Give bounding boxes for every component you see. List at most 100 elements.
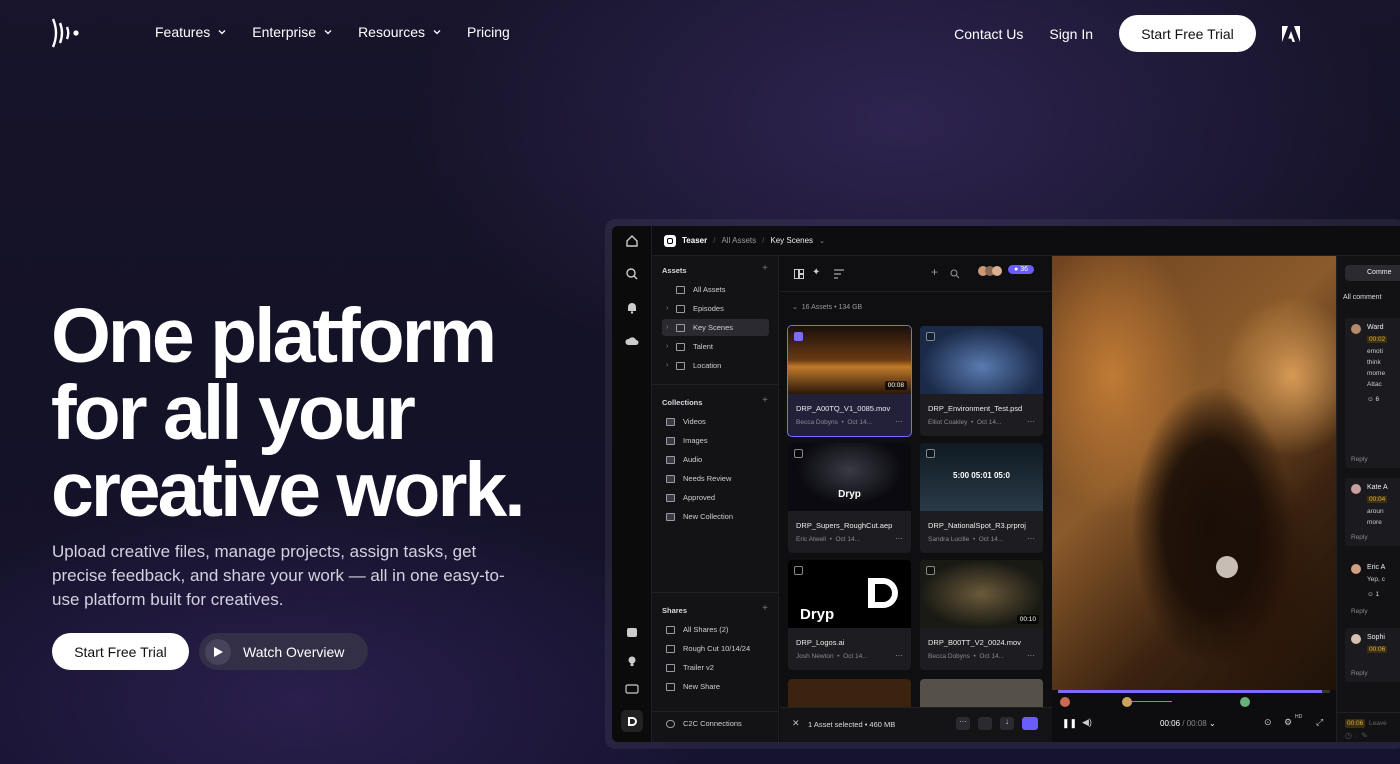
comment-timestamp[interactable]: 00:04 (1367, 496, 1388, 503)
compare-icon[interactable] (978, 717, 992, 730)
search-icon[interactable] (625, 267, 639, 281)
sidebar-share-item[interactable]: Trailer v2 (652, 659, 779, 676)
sidebar-share-item[interactable]: All Shares (2) (652, 621, 779, 638)
nav-link[interactable]: Resources (358, 24, 441, 40)
start-trial-button-nav[interactable]: Start Free Trial (1119, 15, 1256, 52)
comment-card[interactable]: Eric A Yep, c ☺ 1 Reply (1345, 558, 1400, 620)
comment-card[interactable]: Kate A 00:04 aroun more Reply (1345, 478, 1400, 546)
add-asset-icon[interactable]: + (762, 263, 768, 274)
download-icon[interactable]: ↓ (1000, 717, 1014, 730)
reply-link[interactable]: Reply (1351, 608, 1368, 615)
contact-link[interactable]: Contact Us (954, 26, 1023, 42)
comment-timestamp[interactable]: 00:06 (1367, 646, 1388, 653)
nav-link[interactable]: Features (155, 24, 226, 40)
pause-icon[interactable]: ❚❚ (1062, 718, 1077, 729)
reaction-badge[interactable]: ☺ 6 (1367, 396, 1379, 403)
settings-icon[interactable]: ⚙ (1284, 717, 1292, 728)
collapse-icon[interactable]: ⌄ (792, 304, 798, 311)
reply-link[interactable]: Reply (1351, 534, 1368, 541)
close-icon[interactable]: ✕ (792, 718, 800, 729)
sidebar-asset-item[interactable]: › Talent (652, 338, 779, 355)
asset-tile-partial[interactable] (920, 679, 1043, 707)
help-icon[interactable] (625, 626, 639, 640)
signin-link[interactable]: Sign In (1049, 26, 1093, 42)
asset-tile-partial[interactable] (788, 679, 911, 707)
upload-cloud-icon[interactable] (625, 334, 639, 348)
add-collection-icon[interactable]: + (762, 395, 768, 406)
members-count-badge[interactable]: ● 36 (1008, 265, 1034, 274)
checkbox[interactable] (926, 332, 935, 341)
nav-link[interactable]: Pricing (467, 24, 510, 40)
more-icon[interactable]: ··· (1027, 534, 1035, 543)
breadcrumb-parent[interactable]: All Assets (721, 236, 756, 245)
workspace-avatar[interactable] (621, 710, 643, 732)
sort-icon[interactable] (834, 269, 844, 279)
member-avatars[interactable] (978, 266, 1002, 276)
sidebar-collection-item[interactable]: Audio (652, 451, 779, 468)
sidebar-share-item[interactable]: Rough Cut 10/14/24 (652, 640, 779, 657)
comment-input[interactable]: 00:06 Leave ◷ ◌ ✎ (1337, 712, 1400, 742)
sidebar-collection-item[interactable]: Videos (652, 413, 779, 430)
checkbox[interactable] (794, 566, 803, 575)
sidebar-asset-item[interactable]: › Episodes (652, 300, 779, 317)
reply-link[interactable]: Reply (1351, 670, 1368, 677)
fullscreen-icon[interactable]: ⤢ (1316, 717, 1323, 728)
more-icon[interactable]: ··· (895, 651, 903, 660)
comments-filter[interactable]: All comment (1343, 294, 1382, 301)
sidebar-collection-item[interactable]: New Collection (652, 508, 779, 525)
reply-link[interactable]: Reply (1351, 456, 1368, 463)
home-icon[interactable] (625, 234, 639, 248)
layout-icon[interactable] (794, 269, 804, 279)
start-trial-button[interactable]: Start Free Trial (52, 633, 189, 670)
sidebar-collection-item[interactable]: Needs Review (652, 470, 779, 487)
video-frame[interactable] (1052, 256, 1336, 690)
lightbulb-icon[interactable] (625, 654, 639, 668)
adobe-logo[interactable] (1282, 25, 1300, 42)
frameio-logo[interactable] (51, 16, 81, 50)
sidebar-share-item[interactable]: New Share (652, 678, 779, 695)
add-share-icon[interactable]: + (762, 603, 768, 614)
comment-marker-avatar[interactable] (1240, 697, 1250, 707)
asset-tile[interactable]: Dryp DRP_Supers_RoughCut.aep Eric Atwell •… (788, 443, 911, 553)
asset-tile[interactable]: Dryp DRP_Logos.ai Josh Newton • Oct 14... ·… (788, 560, 911, 670)
comments-tab[interactable]: Comme (1345, 265, 1400, 281)
checkbox[interactable] (794, 449, 803, 458)
nav-link[interactable]: Enterprise (252, 24, 332, 40)
more-icon[interactable]: ··· (895, 417, 903, 426)
asset-tile[interactable]: DRP_Environment_Test.psd Elliot Coakley •… (920, 326, 1043, 436)
add-icon[interactable]: + (931, 265, 938, 279)
keyboard-icon[interactable] (625, 682, 639, 696)
watch-overview-button[interactable]: Watch Overview (199, 633, 368, 670)
volume-icon[interactable]: ◀) (1082, 717, 1092, 728)
more-icon[interactable]: ··· (895, 534, 903, 543)
timecode[interactable]: 00:06 / 00:08 ⌄ (1160, 719, 1216, 728)
checkbox-checked[interactable] (794, 332, 803, 341)
asset-tile[interactable]: 00:10 DRP_B00TT_V2_0024.mov Becca Dobyns •… (920, 560, 1043, 670)
comment-tools-icon[interactable]: ◷ ◌ ✎ (1345, 731, 1368, 740)
comment-timestamp[interactable]: 00:02 (1367, 336, 1388, 343)
asset-tile[interactable]: 5:00 05:01 05:0 DRP_NationalSpot_R3.prpro… (920, 443, 1043, 553)
comment-marker-avatar[interactable] (1060, 697, 1070, 707)
sidebar-collection-item[interactable]: Images (652, 432, 779, 449)
marker-icon[interactable]: ⊙ (1264, 717, 1272, 728)
sidebar-collection-item[interactable]: Approved (652, 489, 779, 506)
chevron-down-icon[interactable]: ⌄ (819, 237, 825, 245)
c2c-connections-item[interactable]: C2C Connections (652, 715, 779, 732)
search-icon[interactable] (950, 269, 960, 279)
timeline-track[interactable] (1058, 690, 1330, 693)
more-icon[interactable]: ··· (956, 717, 970, 730)
reaction-badge[interactable]: ☺ 1 (1367, 591, 1379, 598)
checkbox[interactable] (926, 566, 935, 575)
comment-marker-avatar[interactable] (1122, 697, 1132, 707)
sidebar-asset-item[interactable]: All Assets (652, 281, 779, 298)
sparkle-icon[interactable]: ✦ (812, 267, 820, 278)
sidebar-asset-item[interactable]: › Location (652, 357, 779, 374)
asset-tile[interactable]: 00:08 DRP_A00TQ_V1_0085.mov Becca Dobyns •… (787, 325, 912, 437)
breadcrumb-project[interactable]: Teaser (682, 236, 707, 245)
share-icon[interactable] (1022, 717, 1038, 730)
checkbox[interactable] (926, 449, 935, 458)
comment-card[interactable]: Ward 00:02 emoti think mome Attac ☺ 6 Reply (1345, 318, 1400, 468)
scrub-cursor[interactable] (1216, 556, 1238, 578)
bell-icon[interactable] (625, 301, 639, 315)
more-icon[interactable]: ··· (1027, 417, 1035, 426)
